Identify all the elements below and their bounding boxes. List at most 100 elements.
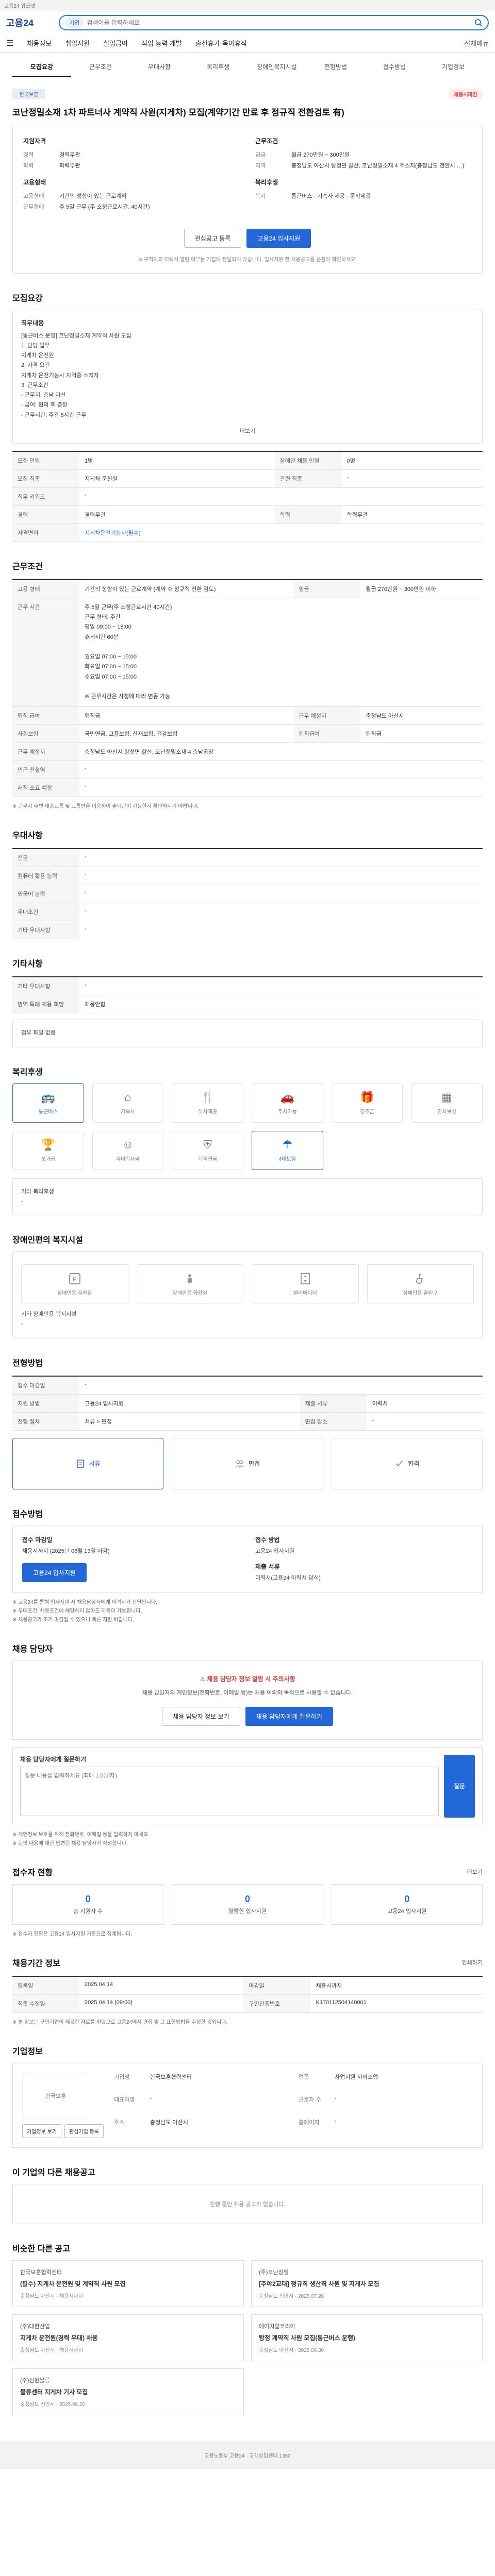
search-box[interactable]: 기업: [59, 15, 489, 30]
apply-button[interactable]: 고용24 입사지원: [22, 1563, 87, 1583]
summary-value: 기간의 정함이 있는 근로계약: [59, 193, 127, 199]
tab-prefer[interactable]: 우대사항: [130, 58, 189, 77]
table-row: 경력 경력무관 학력 학력무관: [12, 505, 483, 524]
disabled-item-label: 장애인용 출입구: [403, 1290, 438, 1296]
nav-item[interactable]: 취업지원: [65, 38, 90, 48]
recruit-table: 모집 인원 1명 장애인 채용 인원 0명 모집 직종 지게차 운전원 관련 직종 - 직무…: [12, 450, 483, 542]
summary-key: 학력: [23, 162, 34, 169]
recommended-card[interactable]: (주)코난정밀 [주야2교대] 정규직 생산직 사원 및 지게차 모집 충청남도 천…: [251, 2260, 483, 2307]
summary-heading: 지원자격: [23, 137, 46, 145]
welfare-item: ☂ 4대보험: [252, 1130, 323, 1170]
rec-title[interactable]: 지게차 운전원(경력 우대) 채용: [20, 2333, 236, 2343]
recommended-card[interactable]: (주)신원물류 물류센터 지게차 기사 모집 충청남도 천안시 · 2025.06.…: [12, 2368, 244, 2415]
summary-left: 지원자격 경력 경력무관 학력 학력무관 고용형태 고용형태 기간의 정함이 있는 근…: [23, 137, 240, 213]
section-title-disabled: 장애인편의 복지시설: [12, 1236, 83, 1245]
summary-key: 복지: [255, 193, 266, 199]
stat-number: 0: [404, 1893, 410, 1904]
company-info-button[interactable]: 기업정보 보기: [22, 2124, 61, 2138]
process-steps: 서류 면접 합격: [12, 1437, 483, 1489]
qna-submit-button[interactable]: 질문: [444, 1754, 475, 1818]
tab-disabled[interactable]: 장애인복지시설: [248, 58, 306, 77]
hamburger-menu-icon[interactable]: ☰: [6, 38, 13, 48]
company-value: -: [334, 2118, 337, 2125]
welfare-item-label: 기숙사: [121, 1109, 135, 1115]
warning-icon: ⚠: [200, 1675, 207, 1683]
table-row: 지원 방법 고용24 입사지원 제출 서류 이력서: [12, 1394, 483, 1413]
ask-contact-button[interactable]: 채용 담당자에게 질문하기: [245, 1706, 333, 1726]
view-contact-button[interactable]: 채용 담당자 정보 보기: [162, 1706, 240, 1726]
more-button[interactable]: 더보기: [21, 427, 474, 435]
meal-icon: 🍴: [200, 1091, 215, 1104]
section-title-stats: 접수자 현황: [12, 1868, 53, 1877]
disabled-item-label: 엘리베이터: [293, 1290, 317, 1296]
summary-heading: 복리후생: [255, 178, 278, 186]
work-table: 고용 형태 기간의 정함이 있는 근로계약 (계약 후 정규직 전환 검토) 임금 월…: [12, 579, 483, 798]
nav-item[interactable]: 채용정보: [27, 38, 52, 48]
nav-item[interactable]: 실업급여: [103, 38, 128, 48]
search-row: 고용24 기업: [0, 11, 495, 34]
stats-note: ※ 접수자 현황은 고용24 입사지원 기준으로 집계됩니다.: [12, 1931, 133, 1937]
bus-icon: 🚌: [41, 1091, 56, 1104]
table-key: 퇴직급여: [293, 724, 361, 743]
interview-icon: [236, 1460, 244, 1468]
summary-value: 학력무관: [59, 162, 80, 169]
contact-box: ⚠ 채용 담당자 정보 열람 시 주의사항 채용 담당자의 개인정보(전화번호,…: [12, 1660, 483, 1740]
recommended-card[interactable]: (주)대한산업 지게차 운전원(경력 우대) 채용 충청남도 아산시 · 채용시까지: [12, 2314, 244, 2361]
recommended-card[interactable]: 에이치알코리아 탕정 계약직 사원 모집(통근버스 운행) 충청남도 아산시 · 2…: [251, 2314, 483, 2361]
table-key: 외국어 능력: [12, 885, 79, 904]
rec-title[interactable]: (필수) 지게차 운전원 및 계약직 사원 모집: [20, 2279, 236, 2289]
section-title-prefer: 우대사항: [12, 832, 43, 841]
site-logo[interactable]: 고용24: [6, 16, 53, 29]
table-row: 근무 시간 주 5일 근무(주 소정근로시간 40시간) 근무 형태: 주간 평일…: [12, 598, 483, 707]
recommended-card[interactable]: 한국보훈협력센터 (필수) 지게차 운전원 및 계약직 사원 모집 충청남도 아산시…: [12, 2260, 244, 2307]
table-key: 기타 우대사항: [12, 977, 79, 996]
section-title-recruit: 모집요강: [12, 294, 43, 303]
table-key: 근무 예정지: [12, 742, 79, 761]
table-row: 인근 전철역 -: [12, 760, 483, 779]
rec-title[interactable]: 물류센터 지게차 기사 모집: [20, 2387, 236, 2397]
welfare-item-label: 경조금: [360, 1109, 374, 1115]
document-icon: [76, 1459, 84, 1468]
company-value: -: [334, 2095, 337, 2102]
tab-process[interactable]: 전형방법: [306, 58, 365, 77]
nav-item[interactable]: 출산휴가·육아휴직: [195, 38, 247, 48]
section-title-other-jobs: 이 기업의 다른 채용공고: [12, 2168, 95, 2177]
table-value: -: [79, 1376, 483, 1395]
tab-welfare[interactable]: 복리후생: [189, 58, 248, 77]
all-menu-link[interactable]: 전체메뉴: [464, 38, 489, 48]
table-row: 기타 우대사항 -: [12, 977, 483, 996]
table-key: 학력: [274, 505, 342, 524]
table-key: 구인인증번호: [243, 1994, 311, 2013]
table-value: 충청남도 아산시 탕정면 갈산, 코난정밀소재 4 충남공장: [79, 742, 483, 761]
apply-online-button[interactable]: 고용24 입사지원: [246, 228, 311, 248]
bookmark-button[interactable]: 관심공고 등록: [184, 228, 242, 248]
tab-recruit[interactable]: 모집요강: [12, 58, 71, 77]
table-row: 우대조건 -: [12, 903, 483, 922]
stat-number: 0: [244, 1893, 250, 1904]
search-input[interactable]: [87, 19, 471, 26]
print-link[interactable]: 인쇄하기: [462, 1958, 483, 1967]
rec-title[interactable]: 탕정 계약직 사원 모집(통근버스 운행): [259, 2333, 475, 2343]
table-row: 병역 특례 채용 희망 채용안함: [12, 995, 483, 1014]
stat-label: 고용24 입사지원: [387, 1908, 427, 1914]
apply-notes: ※ 고용24를 통해 입사지원 시 채용담당자에게 이력서가 전달됩니다. ※ …: [12, 1599, 157, 1623]
company-key: 기업명: [113, 2074, 130, 2080]
tab-apply[interactable]: 접수방법: [365, 58, 424, 77]
stats-more-link[interactable]: 더보기: [467, 1868, 483, 1876]
search-icon[interactable]: [474, 19, 483, 27]
tab-company[interactable]: 기업정보: [424, 58, 483, 77]
section-title-process: 전형방법: [12, 1359, 43, 1368]
disabled-item: P 장애인용 주차장: [21, 1264, 128, 1304]
recommended-grid: 한국보훈협력센터 (필수) 지게차 운전원 및 계약직 사원 모집 충청남도 아산시…: [12, 2260, 483, 2415]
nav-item[interactable]: 직업 능력 개발: [141, 38, 182, 48]
qna-textarea[interactable]: [20, 1766, 439, 1816]
table-key: 사회보험: [12, 724, 79, 743]
table-row: 컴퓨터 활용 능력 -: [12, 867, 483, 886]
favorite-company-button[interactable]: 관심기업 등록: [64, 2124, 104, 2138]
search-scope-tag[interactable]: 기업: [65, 18, 84, 28]
other-jobs-empty: 진행 중인 채용 공고가 없습니다.: [12, 2183, 483, 2224]
table-value: -: [79, 849, 483, 868]
tab-conditions[interactable]: 근무조건: [71, 58, 130, 77]
umbrella-icon: ☂: [282, 1138, 293, 1151]
rec-title[interactable]: [주야2교대] 정규직 생산직 사원 및 지게차 모집: [259, 2279, 475, 2289]
